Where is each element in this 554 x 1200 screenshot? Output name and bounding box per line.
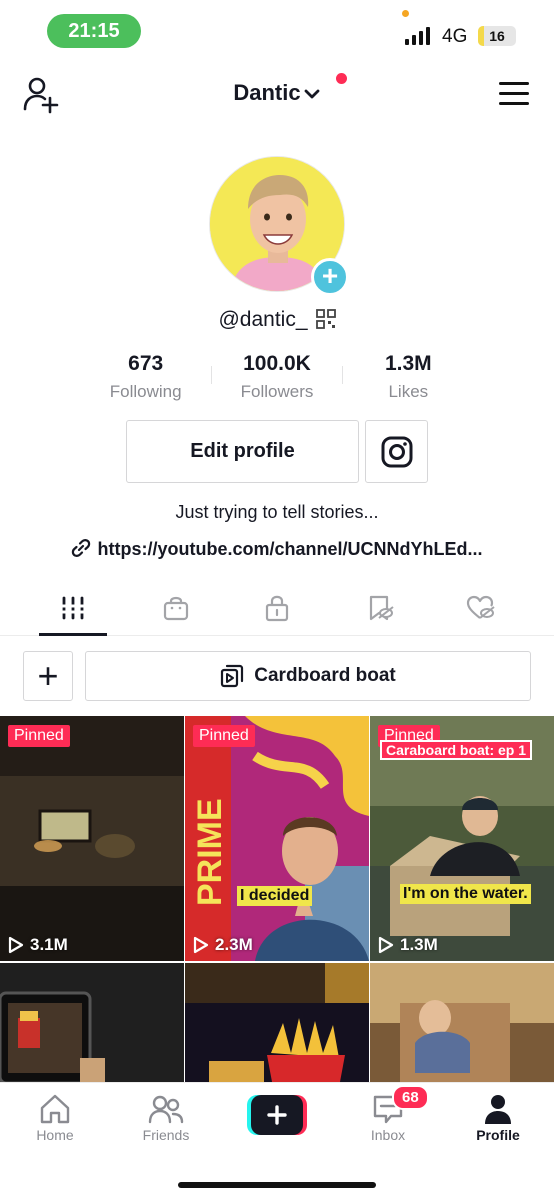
nav-friends[interactable]: Friends <box>116 1091 216 1143</box>
qr-code-icon[interactable] <box>315 309 336 329</box>
add-story-button[interactable]: + <box>311 258 349 296</box>
view-count: 2.3M <box>193 935 253 955</box>
stat-value: 100.0K <box>243 352 311 375</box>
notification-dot <box>336 73 347 84</box>
shop-bag-icon <box>163 596 189 621</box>
video-thumbnail[interactable]: PRIME Pinned I decided 2.3M <box>185 716 369 961</box>
nav-profile[interactable]: Profile <box>448 1091 548 1143</box>
video-thumbnail-image <box>0 716 184 961</box>
battery-level: 16 <box>489 28 505 44</box>
video-thumbnail-image: PRIME <box>185 716 369 961</box>
svg-text:PRIME: PRIME <box>191 798 229 906</box>
profile-link-text: https://youtube.com/channel/UCNNdYhLEd..… <box>97 539 483 559</box>
tab-favorites[interactable] <box>365 594 395 622</box>
battery-icon: 16 <box>478 26 516 46</box>
active-tab-indicator <box>39 633 107 636</box>
play-icon <box>8 936 24 954</box>
signal-icon <box>405 27 430 45</box>
play-icon <box>378 936 394 954</box>
playlist-icon <box>221 664 244 688</box>
tab-videos[interactable] <box>58 594 88 622</box>
stat-label: Likes <box>388 382 429 401</box>
profile-icon <box>485 1095 511 1124</box>
view-count-value: 2.3M <box>215 935 253 954</box>
edit-profile-button[interactable]: Edit profile <box>126 420 359 483</box>
content-tabs <box>0 582 554 636</box>
video-caption: I'm on the water. <box>400 884 531 904</box>
nav-label: Friends <box>142 1127 190 1143</box>
status-bar: 21:15 4G 16 <box>0 0 554 60</box>
menu-line <box>499 102 529 105</box>
stat-divider <box>342 366 343 384</box>
friends-icon <box>148 1095 184 1124</box>
stat-divider <box>211 366 212 384</box>
stat-following[interactable]: 673 Following <box>80 352 211 402</box>
video-caption: I decided <box>237 886 313 906</box>
tab-shop[interactable] <box>161 594 191 622</box>
home-icon <box>40 1094 70 1124</box>
hidden-heart-icon <box>466 595 495 619</box>
tab-private[interactable] <box>262 594 292 622</box>
play-icon <box>193 936 209 954</box>
nav-label: Profile <box>476 1127 520 1143</box>
pinned-badge: Pinned <box>8 725 70 747</box>
stat-likes[interactable]: 1.3M Likes <box>343 352 474 402</box>
video-title-overlay: Caraboard boat: ep 1 <box>380 740 533 760</box>
stat-label: Followers <box>240 382 314 401</box>
lock-icon <box>265 595 289 622</box>
tab-liked[interactable] <box>466 594 496 622</box>
nav-label: Inbox <box>370 1127 406 1143</box>
profile-stats: 673 Following 100.0K Followers 1.3M Like… <box>80 352 474 402</box>
profile-bio: Just trying to tell stories... <box>175 502 379 522</box>
profile-handle: @dantic_ <box>218 308 308 331</box>
create-plus-icon <box>247 1095 307 1135</box>
playlist-button[interactable]: Cardboard boat <box>85 651 531 701</box>
view-count: 3.1M <box>8 935 68 955</box>
view-count-value: 3.1M <box>30 935 68 954</box>
playlist-name: Cardboard boat <box>254 665 396 686</box>
home-indicator <box>178 1182 376 1188</box>
privacy-indicator <box>402 10 409 17</box>
battery-fill <box>478 26 485 46</box>
profile-header: Dantic <box>0 70 554 120</box>
videos-grid-icon <box>61 596 85 620</box>
plus-icon: + <box>37 655 59 696</box>
add-playlist-button[interactable]: + <box>23 651 73 701</box>
view-count: 1.3M <box>378 935 438 955</box>
stat-value: 673 <box>128 352 164 375</box>
profile-handle-row: @dantic_ <box>0 308 554 332</box>
nav-home[interactable]: Home <box>5 1091 105 1143</box>
hidden-bookmark-icon <box>369 595 394 621</box>
network-type: 4G <box>442 26 468 47</box>
status-time: 21:15 <box>47 14 141 48</box>
instagram-button[interactable] <box>365 420 428 483</box>
menu-button[interactable] <box>499 82 529 108</box>
stat-value: 1.3M <box>384 352 432 375</box>
inbox-badge: 68 <box>392 1085 429 1110</box>
pinned-badge: Pinned <box>193 725 255 747</box>
nav-label: Home <box>36 1127 74 1143</box>
video-thumbnail[interactable]: Pinned 3.1M <box>0 716 184 961</box>
chevron-down-icon <box>304 89 320 99</box>
link-icon <box>72 539 91 557</box>
menu-line <box>499 92 529 95</box>
stat-label: Following <box>109 382 182 401</box>
header-username: Dantic <box>233 80 301 105</box>
bottom-nav: Home Friends Inbox 68 Profile <box>0 1082 554 1200</box>
instagram-icon <box>381 436 412 467</box>
profile-link[interactable]: https://youtube.com/channel/UCNNdYhLEd..… <box>0 538 554 560</box>
account-switcher[interactable]: Dantic <box>0 80 554 106</box>
stat-followers[interactable]: 100.0K Followers <box>211 352 342 402</box>
view-count-value: 1.3M <box>400 935 438 954</box>
menu-line <box>499 82 529 85</box>
plus-icon: + <box>321 260 339 291</box>
video-thumbnail[interactable]: Pinned I'm on the water. Caraboard boat:… <box>370 716 554 961</box>
create-button[interactable] <box>247 1095 307 1135</box>
